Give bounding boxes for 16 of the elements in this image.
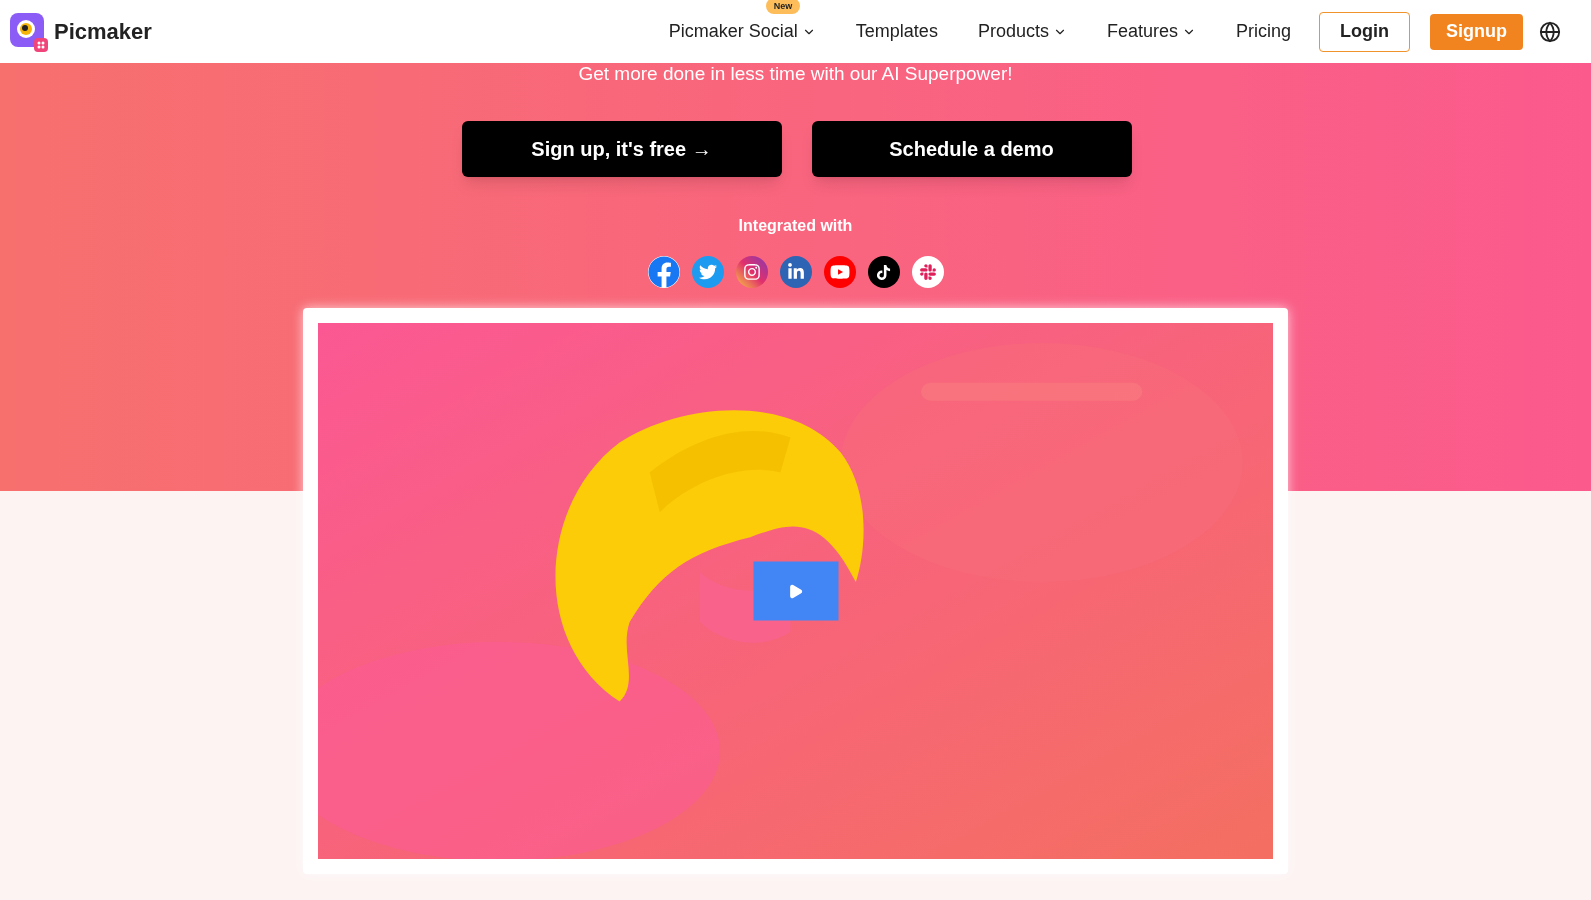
nav-link[interactable]: Picmaker Social [668, 18, 816, 45]
new-badge: New [765, 0, 801, 14]
nav-link[interactable]: Features [1106, 18, 1196, 45]
play-icon [787, 583, 804, 599]
play-button[interactable] [753, 561, 838, 621]
brand-name[interactable]: Picmaker [54, 15, 152, 48]
logo-icon [8, 10, 50, 53]
globe-icon[interactable] [1539, 20, 1561, 43]
nav-link[interactable]: Pricing [1236, 18, 1291, 45]
signup-free-button[interactable]: Sign up, it's free → [461, 121, 782, 177]
nav-link[interactable]: Products [977, 18, 1067, 45]
schedule-demo-button[interactable]: Schedule a demo [811, 121, 1132, 177]
login-button[interactable]: Login [1319, 11, 1410, 52]
nav-link[interactable]: Templates [855, 18, 938, 45]
integrated-label: Integrated with [738, 216, 853, 236]
hero-subtitle: Get more done in less time with our AI Superpower! [578, 63, 1013, 85]
